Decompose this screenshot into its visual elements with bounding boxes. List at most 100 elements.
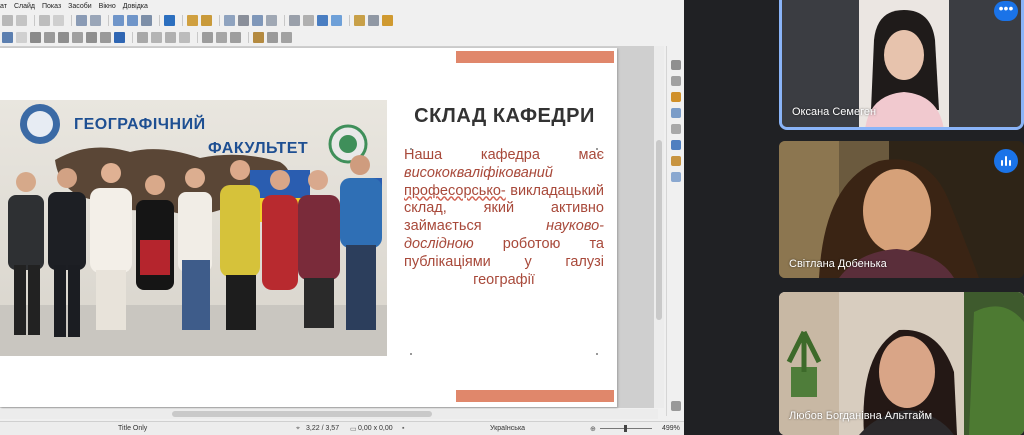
- textbox-icon[interactable]: [266, 15, 277, 26]
- image-icon[interactable]: [238, 15, 249, 26]
- menu-tools[interactable]: Засоби: [68, 3, 92, 10]
- distribute-icon[interactable]: [179, 32, 190, 43]
- filter-icon[interactable]: [230, 32, 241, 43]
- horizontal-scroll-thumb[interactable]: [172, 411, 432, 417]
- crop-icon[interactable]: [216, 32, 227, 43]
- slide-layout-icon[interactable]: [354, 15, 365, 26]
- slide-title[interactable]: СКЛАД КАФЕДРИ: [397, 105, 612, 128]
- table-icon[interactable]: [224, 15, 235, 26]
- star-icon[interactable]: [100, 32, 111, 43]
- menubar: ат Слайд Показ Засоби Вікно Довідка: [0, 0, 684, 12]
- status-position: 3,22 / 3,57: [306, 425, 340, 432]
- gallery-icon[interactable]: [671, 92, 681, 102]
- flowchart-icon[interactable]: [72, 32, 83, 43]
- body-line-1: Наша кафедра має: [404, 147, 604, 163]
- toolbar-separator: [182, 15, 183, 26]
- styles-icon[interactable]: [671, 76, 681, 86]
- slide-body-text[interactable]: Наша кафедра має висококваліфікований пр…: [404, 147, 604, 290]
- clone-icon[interactable]: [2, 15, 13, 26]
- arrange-icon[interactable]: [165, 32, 176, 43]
- toggle-extrusion-icon[interactable]: [281, 32, 292, 43]
- status-language[interactable]: Українська: [490, 425, 525, 432]
- special-character-icon[interactable]: [289, 15, 300, 26]
- toolbar-separator: [349, 15, 350, 26]
- photo-banner-right: ФАКУЛЬТЕТ: [208, 140, 309, 157]
- shadow-icon[interactable]: [202, 32, 213, 43]
- callout-icon[interactable]: [86, 32, 97, 43]
- diamond-icon[interactable]: [30, 32, 41, 43]
- menu-slideshow[interactable]: Показ: [42, 3, 61, 10]
- toolbar-separator: [248, 32, 249, 43]
- glue-points-icon[interactable]: [267, 32, 278, 43]
- participant-name: Любов Богданівна Альтгайм: [789, 410, 933, 422]
- more-options-icon[interactable]: •••: [994, 1, 1018, 21]
- helplines-icon[interactable]: [127, 15, 138, 26]
- participant-name: Світлана Добенька: [789, 258, 887, 270]
- shapes-icon[interactable]: [671, 124, 681, 134]
- points-icon[interactable]: [253, 32, 264, 43]
- participant-tile[interactable]: Любов Богданівна Альтгайм: [779, 292, 1024, 435]
- toolbar-separator: [159, 15, 160, 26]
- impress-window: ат Слайд Показ Засоби Вікно Довідка ГЕОГ…: [0, 0, 684, 435]
- dropdown-icon[interactable]: [16, 32, 27, 43]
- hyperlink-icon[interactable]: [317, 15, 328, 26]
- menu-window[interactable]: Вікно: [99, 3, 116, 10]
- animation-icon[interactable]: [671, 156, 681, 166]
- slide[interactable]: ГЕОГРАФІЧНИЙ ФАКУЛЬТЕТ СКЛАД КАФЕДРИ Наш…: [0, 48, 617, 407]
- display-views-icon[interactable]: [141, 15, 152, 26]
- selection-handle[interactable]: [596, 148, 598, 150]
- document-modified-icon: ▪: [402, 425, 405, 432]
- speaking-indicator-icon: [994, 149, 1018, 173]
- status-zoom[interactable]: 499%: [662, 425, 680, 432]
- toolbar-separator: [132, 32, 133, 43]
- chart-icon[interactable]: [252, 15, 263, 26]
- drawing-toolbar: [0, 30, 684, 45]
- smiley-icon[interactable]: [44, 32, 55, 43]
- menu-help[interactable]: Довідка: [123, 3, 148, 10]
- find-replace-icon[interactable]: [76, 15, 87, 26]
- line-icon[interactable]: [2, 32, 13, 43]
- 3d-object-icon[interactable]: [114, 32, 125, 43]
- transition-icon[interactable]: [382, 15, 393, 26]
- vertical-scroll-thumb[interactable]: [656, 140, 662, 320]
- toolbar-separator: [284, 15, 285, 26]
- selection-handle[interactable]: [410, 148, 412, 150]
- selection-handle[interactable]: [596, 353, 598, 355]
- body-highlight-2: професорсько-: [404, 182, 506, 199]
- clear-format-icon[interactable]: [16, 15, 27, 26]
- master-slides-icon[interactable]: [671, 172, 681, 182]
- navigator-icon[interactable]: [671, 108, 681, 118]
- fit-slide-icon[interactable]: ⊕: [590, 425, 596, 433]
- comment-icon[interactable]: [331, 15, 342, 26]
- size-icon: ▭: [350, 426, 357, 433]
- zoom-slider-knob[interactable]: [624, 425, 627, 432]
- group-photo-image: [0, 100, 387, 356]
- duplicate-slide-icon[interactable]: [368, 15, 379, 26]
- fontwork-icon[interactable]: [303, 15, 314, 26]
- standard-toolbar: [0, 13, 684, 28]
- slide-transition-icon[interactable]: [671, 140, 681, 150]
- sidebar-settings-icon[interactable]: [671, 401, 681, 411]
- properties-icon[interactable]: [671, 60, 681, 70]
- arrows-icon[interactable]: [58, 32, 69, 43]
- screen: ат Слайд Показ Засоби Вікно Довідка ГЕОГ…: [0, 0, 1024, 435]
- menu-slide[interactable]: Слайд: [14, 3, 35, 10]
- undo-icon[interactable]: [39, 15, 50, 26]
- start-first-slide-icon[interactable]: [187, 15, 198, 26]
- menu-format[interactable]: ат: [0, 3, 7, 10]
- toolbar-separator: [34, 15, 35, 26]
- right-sidebar: [666, 46, 684, 416]
- toolbar-separator: [108, 15, 109, 26]
- selection-handle[interactable]: [410, 353, 412, 355]
- spelling-icon[interactable]: [90, 15, 101, 26]
- start-current-slide-icon[interactable]: [201, 15, 212, 26]
- redo-icon[interactable]: [53, 15, 64, 26]
- participant-tile[interactable]: Оксана Семеген: [779, 0, 1024, 130]
- position-icon: ⌖: [296, 425, 300, 432]
- master-slide-icon[interactable]: [164, 15, 175, 26]
- participant-tile[interactable]: Світлана Добенька: [779, 141, 1024, 278]
- display-grid-icon[interactable]: [113, 15, 124, 26]
- align-icon[interactable]: [151, 32, 162, 43]
- rotate-icon[interactable]: [137, 32, 148, 43]
- status-size: 0,00 x 0,00: [358, 425, 393, 432]
